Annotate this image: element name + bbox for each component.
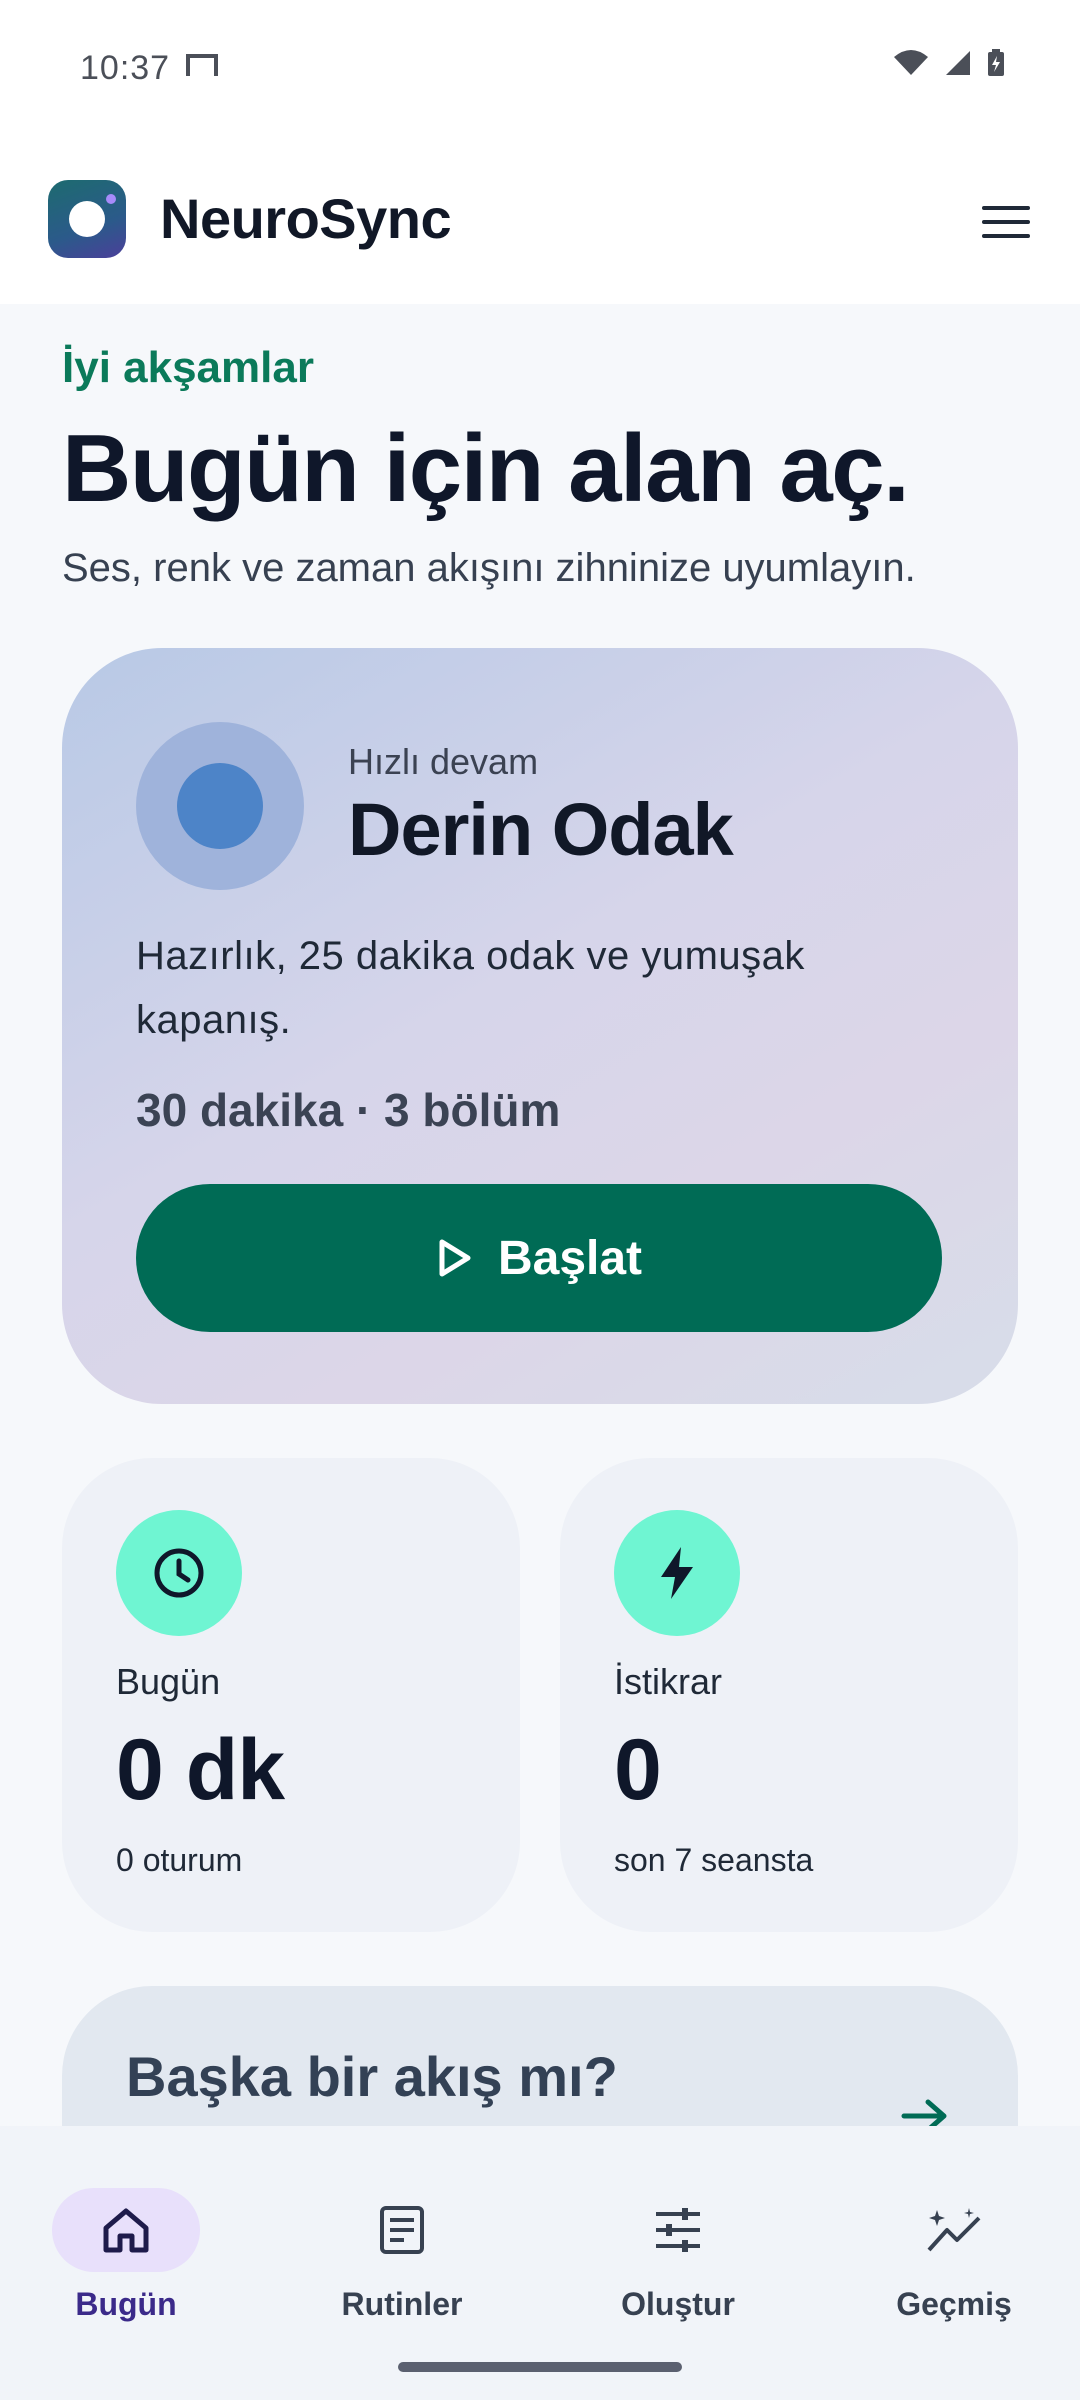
status-icons (892, 48, 1006, 78)
signal-icon (946, 51, 970, 75)
nav-label: Bugün (75, 2286, 177, 2322)
start-button-label: Başlat (497, 1231, 643, 1285)
stat-value: 0 (614, 1722, 662, 1818)
stat-label: Bugün (116, 1661, 221, 1702)
hero-meta: 30 dakika · 3 bölüm (136, 1084, 561, 1136)
sparkle-chart-icon (880, 2188, 1028, 2272)
quick-resume-card[interactable]: Hızlı devam Derin Odak Hazırlık, 25 daki… (62, 648, 1018, 1404)
nav-item-create[interactable]: Oluştur (558, 2156, 798, 2322)
routine-orb-icon (136, 722, 304, 890)
document-icon (328, 2188, 476, 2272)
nav-item-routines[interactable]: Rutinler (282, 2156, 522, 2322)
discover-title: Başka bir akış mı? (126, 2045, 618, 2108)
stat-card-today: Bugün 0 dk 0 oturum (62, 1458, 520, 1932)
nav-item-today[interactable]: Bugün (6, 2156, 246, 2322)
bolt-icon (614, 1510, 740, 1636)
page-title: Bugün için alan aç. (62, 415, 910, 522)
app-logo (48, 180, 126, 258)
stat-sub: son 7 seansta (614, 1842, 814, 1878)
wifi-icon (894, 50, 928, 75)
page-subtitle: Ses, renk ve zaman akışını zihninize uyu… (62, 546, 916, 590)
screen: 10:37 NeuroSync İyi akşamlar Bugün için … (0, 0, 1080, 2400)
nav-item-history[interactable]: Geçmiş (834, 2156, 1074, 2322)
battery-icon (988, 49, 1004, 76)
bottom-navigation: Bugün Rutinler Oluştur Geçmiş (0, 2126, 1080, 2400)
nav-label: Oluştur (621, 2286, 735, 2322)
start-button[interactable]: Başlat (136, 1184, 942, 1332)
greeting-kicker: İyi akşamlar (62, 343, 314, 392)
stat-sub: 0 oturum (116, 1842, 243, 1878)
cast-icon (186, 54, 218, 76)
brand-name: NeuroSync (160, 187, 452, 250)
hero-title: Derin Odak (348, 788, 734, 871)
hero-description: Hazırlık, 25 dakika odak ve yumuşak kapa… (136, 934, 805, 1042)
stat-label: İstikrar (614, 1661, 722, 1702)
menu-button[interactable] (974, 190, 1038, 254)
home-indicator[interactable] (398, 2362, 682, 2372)
stat-card-consistency: İstikrar 0 son 7 seansta (560, 1458, 1018, 1932)
hamburger-icon (982, 206, 1030, 210)
home-icon (52, 2188, 200, 2272)
app-bar: NeuroSync (0, 120, 1080, 304)
play-icon (439, 1239, 471, 1277)
clock-icon (116, 1510, 242, 1636)
nav-label: Rutinler (341, 2286, 463, 2322)
hero-kicker: Hızlı devam (348, 741, 539, 782)
sliders-icon (604, 2188, 752, 2272)
stat-value: 0 dk (116, 1722, 285, 1818)
status-bar: 10:37 (0, 0, 1080, 120)
status-time: 10:37 (80, 49, 171, 82)
nav-label: Geçmiş (896, 2286, 1012, 2322)
